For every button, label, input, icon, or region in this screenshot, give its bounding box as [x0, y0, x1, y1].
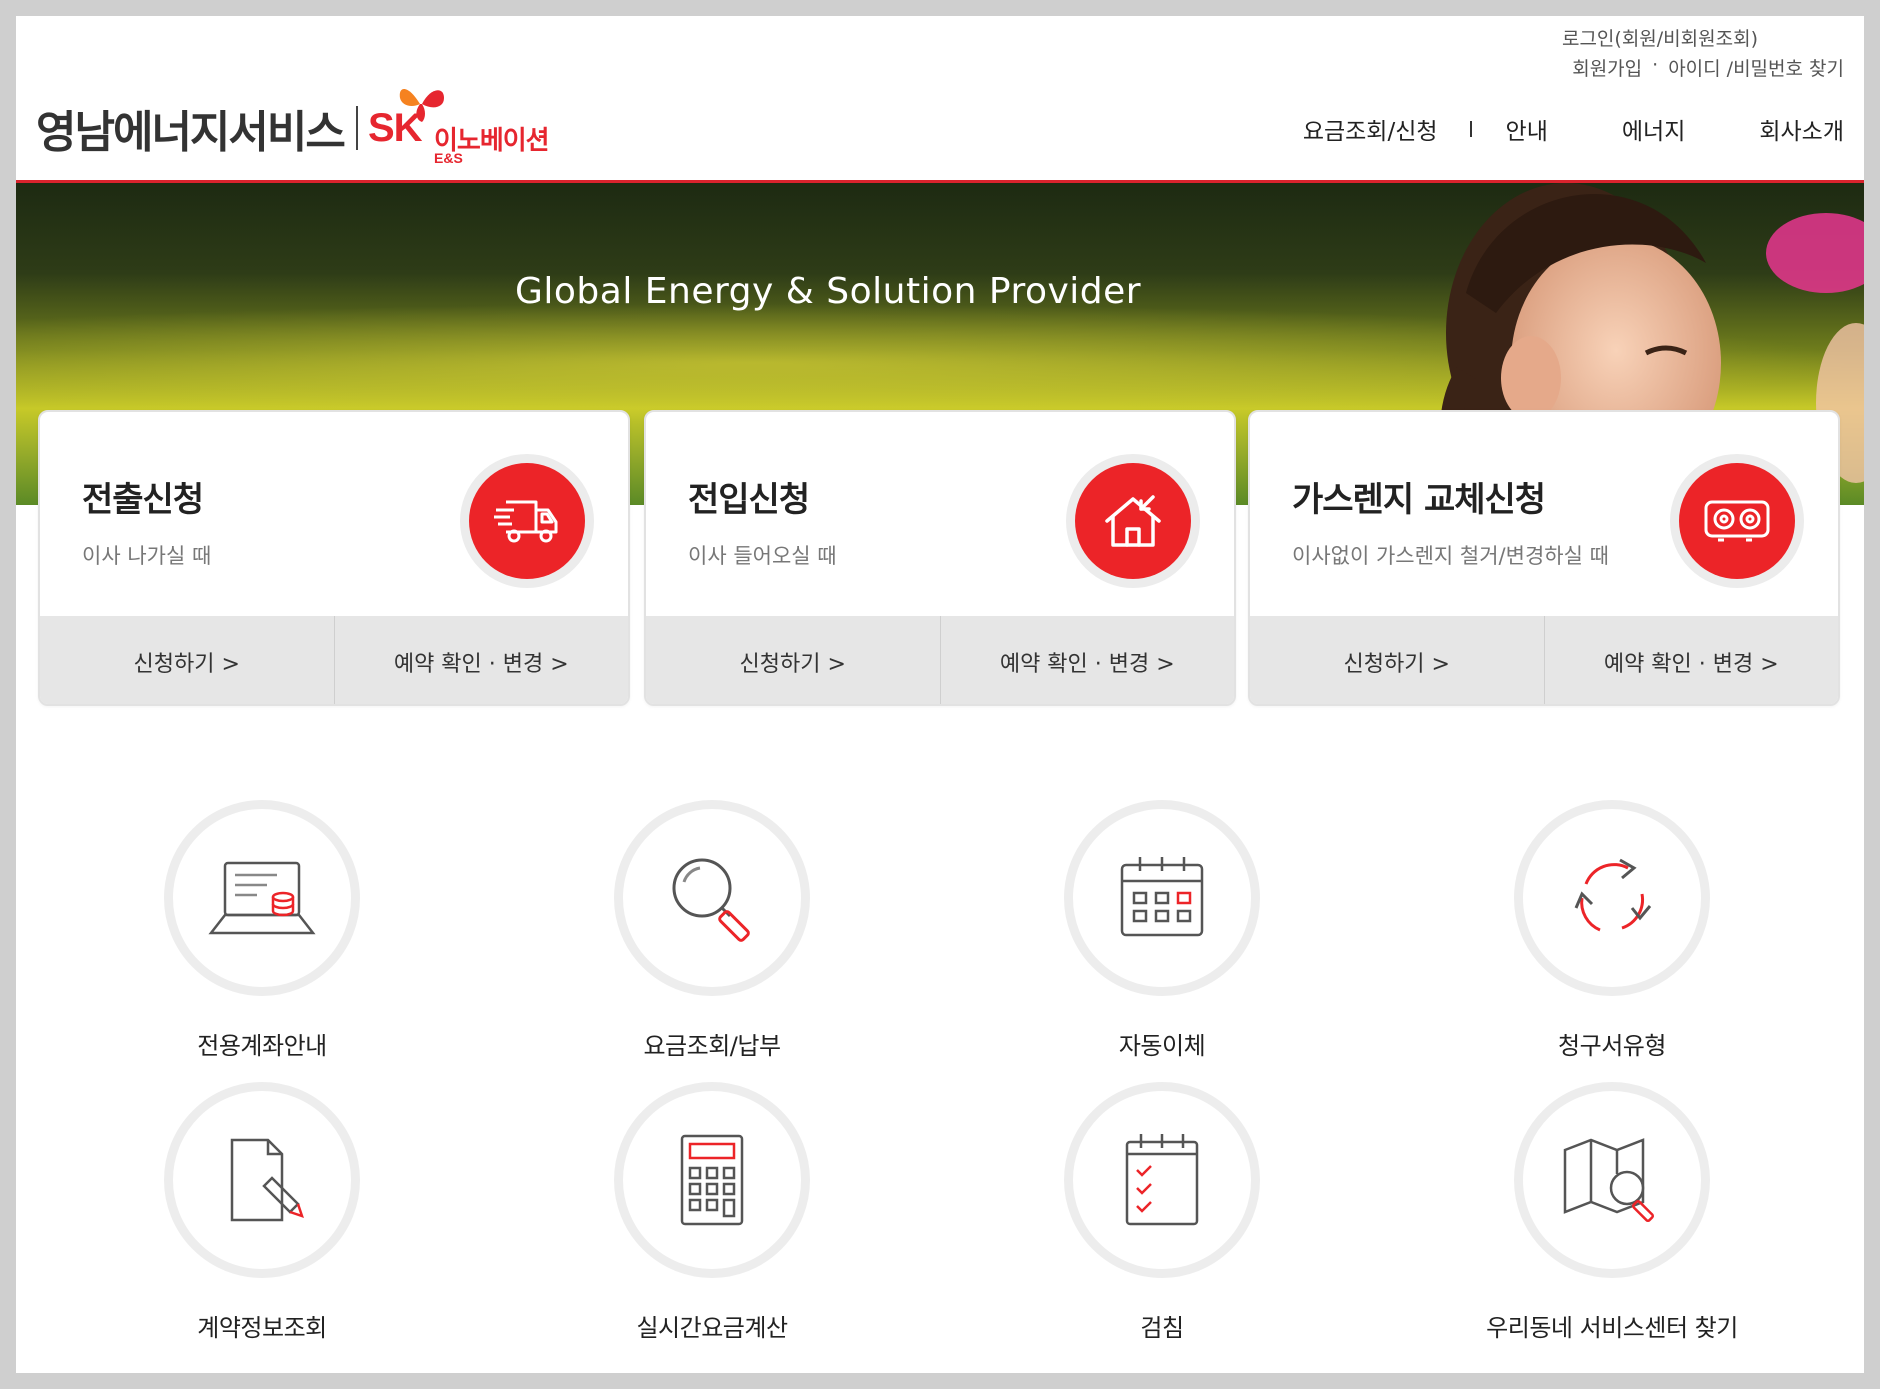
service-label: 전용계좌안내: [197, 1032, 327, 1060]
service-billing-payment[interactable]: 요금조회/납부: [562, 800, 862, 1060]
reservation-button[interactable]: 예약 확인 · 변경 >: [333, 616, 629, 704]
magnifier-icon: [672, 858, 750, 942]
house-icon: [1105, 495, 1161, 547]
card-icon-ring: [460, 454, 594, 588]
card-subtitle: 이사 들어오실 때: [688, 544, 837, 568]
nav-item-company[interactable]: 회사소개: [1759, 112, 1844, 146]
site-logo[interactable]: 영남에너지서비스: [36, 96, 346, 160]
nav-item-energy[interactable]: 에너지: [1622, 112, 1685, 146]
gas-range-icon: [1704, 500, 1770, 542]
card-title: 전출신청: [82, 480, 204, 520]
card-title: 전입신청: [688, 480, 810, 520]
hero-title: Global Energy & Solution Provider: [515, 271, 1142, 312]
service-dedicated-account[interactable]: 전용계좌안내: [112, 800, 412, 1060]
card-move-out: 전출신청 이사 나가실 때 신청하기 > 예약 확인 · 변경 >: [38, 410, 630, 706]
page-frame: 영남에너지서비스 SK 이노베이션 E&S 로그인(회원/비회원조회) 회원가입…: [16, 16, 1864, 1373]
service-label: 계약정보조회: [197, 1314, 327, 1342]
sk-logo: SK: [368, 106, 423, 150]
reservation-button[interactable]: 예약 확인 · 변경 >: [939, 616, 1235, 704]
service-label: 자동이체: [1118, 1032, 1206, 1060]
card-icon-ring: [1670, 454, 1804, 588]
nav-item-guide[interactable]: 안내: [1506, 112, 1548, 146]
logo-divider: [356, 106, 358, 150]
service-label: 검침: [1140, 1314, 1184, 1342]
reservation-button[interactable]: 예약 확인 · 변경 >: [1543, 616, 1839, 704]
util-member-row: 회원가입 · 아이디 /비밀번호 찾기: [1572, 54, 1844, 81]
service-realtime-calc[interactable]: 실시간요금계산: [562, 1082, 862, 1342]
laptop-database-icon: [208, 861, 316, 935]
card-footer: 신청하기 > 예약 확인 · 변경 >: [1250, 616, 1839, 704]
util-login-row: 로그인(회원/비회원조회): [1562, 24, 1758, 51]
card-subtitle: 이사없이 가스렌지 철거/변경하실 때: [1292, 544, 1609, 568]
sk-es-text: E&S: [434, 150, 463, 166]
card-footer: 신청하기 > 예약 확인 · 변경 >: [646, 616, 1235, 704]
service-center-finder[interactable]: 우리동네 서비스센터 찾기: [1462, 1082, 1762, 1342]
card-move-in: 전입신청 이사 들어오실 때 신청하기 > 예약 확인 · 변경 >: [644, 410, 1236, 706]
service-label: 우리동네 서비스센터 찾기: [1486, 1314, 1738, 1342]
card-title: 가스렌지 교체신청: [1292, 480, 1546, 520]
card-icon-ring: [1066, 454, 1200, 588]
service-contract-info[interactable]: 계약정보조회: [112, 1082, 412, 1342]
login-link[interactable]: 로그인(회원/비회원조회): [1562, 28, 1758, 50]
service-label: 요금조회/납부: [643, 1032, 781, 1060]
truck-icon: [494, 500, 558, 543]
service-meter-reading[interactable]: 검침: [1012, 1082, 1312, 1342]
card-subtitle: 이사 나가실 때: [82, 544, 212, 568]
service-label: 실시간요금계산: [636, 1314, 788, 1342]
nav-divider: [1469, 121, 1472, 137]
refresh-cycle-icon: [1574, 858, 1652, 932]
card-footer: 신청하기 > 예약 확인 · 변경 >: [40, 616, 629, 704]
main-nav: 요금조회/신청 안내 에너지 회사소개: [1303, 112, 1844, 146]
nav-item-billing[interactable]: 요금조회/신청: [1303, 112, 1438, 146]
calendar-icon: [1120, 857, 1204, 937]
apply-button[interactable]: 신청하기 >: [40, 616, 334, 704]
service-bill-type[interactable]: 청구서유형: [1462, 800, 1762, 1060]
apply-button[interactable]: 신청하기 >: [646, 616, 940, 704]
checklist-icon: [1125, 1134, 1199, 1226]
map-search-icon: [1563, 1138, 1655, 1223]
find-account-link[interactable]: 아이디 /비밀번호 찾기: [1668, 54, 1844, 81]
calculator-icon: [680, 1134, 744, 1226]
site-header: 영남에너지서비스 SK 이노베이션 E&S 로그인(회원/비회원조회) 회원가입…: [16, 16, 1864, 181]
service-auto-transfer[interactable]: 자동이체: [1012, 800, 1312, 1060]
util-separator-dot: ·: [1652, 54, 1659, 76]
apply-button[interactable]: 신청하기 >: [1250, 616, 1544, 704]
card-gas-range: 가스렌지 교체신청 이사없이 가스렌지 철거/변경하실 때 신청하기 > 예약 …: [1248, 410, 1840, 706]
signup-link[interactable]: 회원가입: [1572, 54, 1642, 81]
document-pen-icon: [230, 1138, 304, 1222]
service-label: 청구서유형: [1558, 1032, 1666, 1060]
